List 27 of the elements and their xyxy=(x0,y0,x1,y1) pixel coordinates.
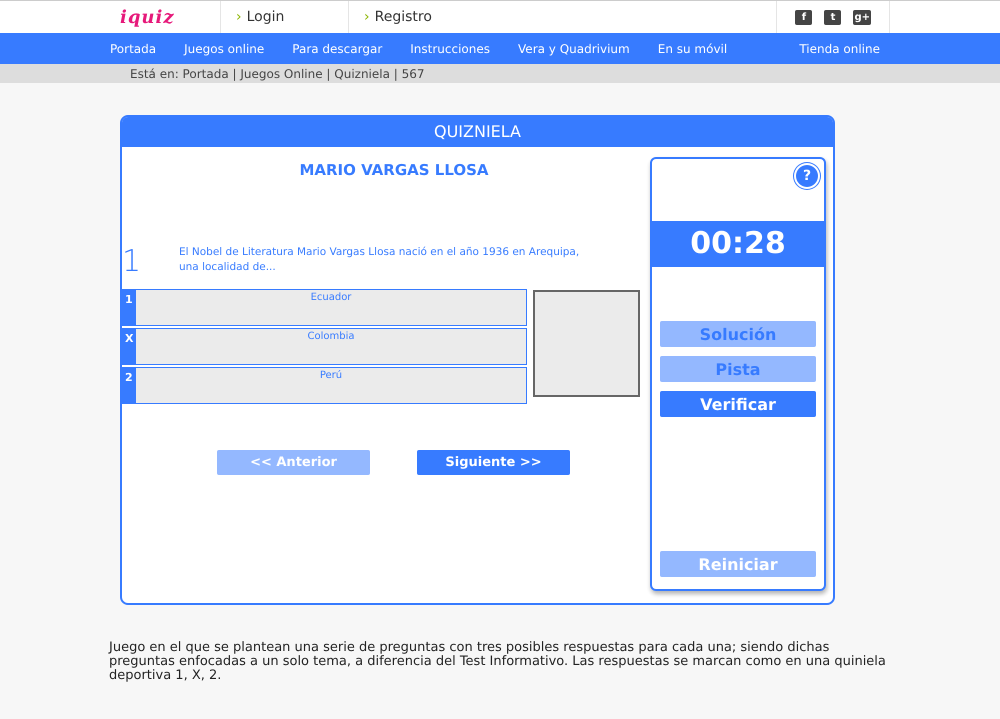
help-icon[interactable]: ? xyxy=(796,165,818,187)
logo[interactable]: iquiz xyxy=(110,6,220,28)
answer-key: X xyxy=(122,329,136,364)
facebook-icon[interactable]: f xyxy=(795,10,812,24)
answer-key: 2 xyxy=(122,368,136,403)
action-button[interactable]: Verificar xyxy=(660,391,816,417)
nav-link[interactable]: Portada xyxy=(110,42,156,56)
nav-link[interactable]: Vera y Quadrivium xyxy=(518,42,630,56)
answer-option[interactable]: Colombia xyxy=(136,329,526,364)
twitter-icon[interactable]: t xyxy=(824,10,842,24)
description: Juego en el que se plantean una serie de preguntas con tres posibles respuestas para cada una; siendo dichas preguntas enfocadas a un solo tema, a diferencia del Test Informativo. Las respuestas se marcan como en una quiniela deportiva 1, X, 2. xyxy=(109,641,887,683)
nav-link[interactable]: Juegos online xyxy=(184,42,264,56)
timer: 00:28 xyxy=(652,221,824,267)
nav-link[interactable]: Tienda online xyxy=(799,42,880,56)
answer-option[interactable]: Perú xyxy=(136,368,526,403)
topic-title: MARIO VARGAS LLOSA xyxy=(298,161,490,179)
game-title: QUIZNIELA xyxy=(122,117,833,147)
nav-link[interactable]: En su móvil xyxy=(658,42,728,56)
breadcrumb: Está en: Portada | Juegos Online | Quizniela | 567 xyxy=(129,66,426,83)
answer-option[interactable]: Ecuador xyxy=(136,290,526,325)
question-number: 1 xyxy=(122,247,142,277)
question-text: El Nobel de Literatura Mario Vargas Llosa nació en el año 1936 en Arequipa, una localidad de... xyxy=(179,245,580,275)
google-plus-icon[interactable]: g+ xyxy=(853,10,871,24)
nav-link[interactable]: Instrucciones xyxy=(410,42,490,56)
nav-button[interactable]: Siguiente >> xyxy=(417,450,570,475)
answer-key: 1 xyxy=(122,290,136,325)
nav-link[interactable]: Para descargar xyxy=(292,42,382,56)
